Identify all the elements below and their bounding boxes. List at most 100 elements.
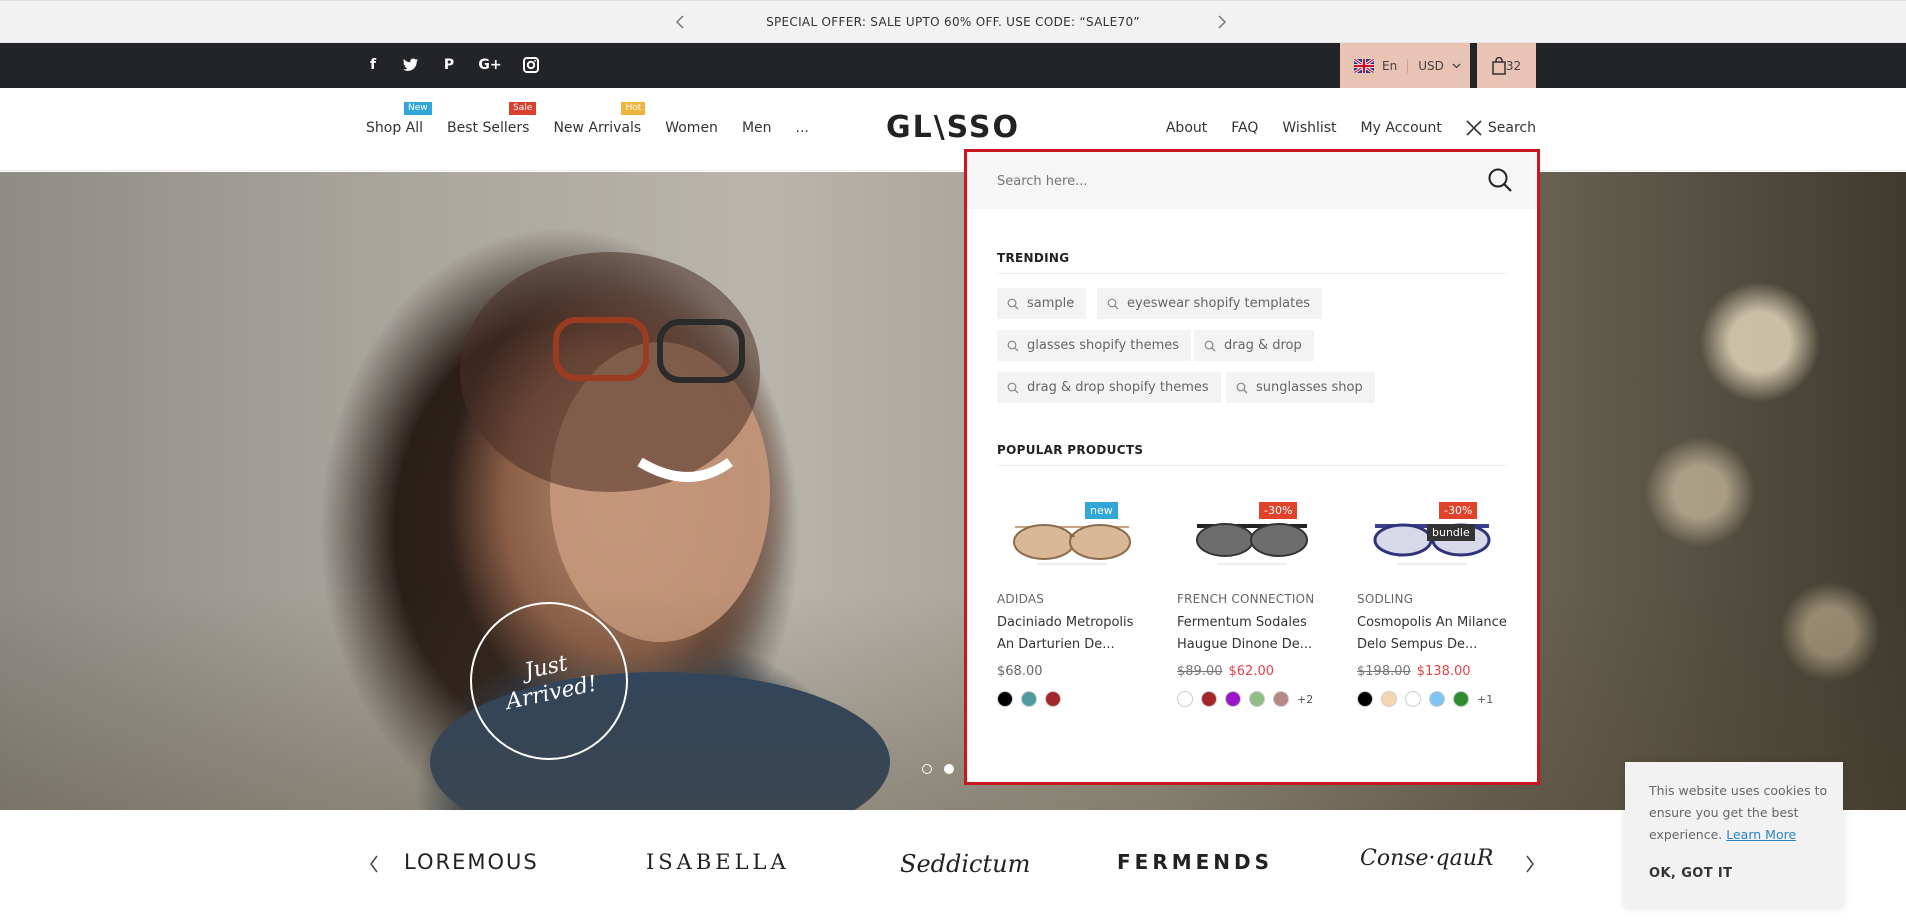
divider [997, 465, 1507, 466]
search-toggle[interactable]: Search [1466, 120, 1536, 136]
brand-logo[interactable]: Conse·qauR [1360, 846, 1493, 871]
product-vendor[interactable]: FRENCH CONNECTION [1177, 592, 1327, 606]
nav-about[interactable]: About [1166, 120, 1207, 136]
slider-dots [922, 764, 954, 774]
cookie-text-block: This website uses cookies to ensure you … [1649, 780, 1829, 846]
brand-logo[interactable]: ISABELLA [646, 850, 790, 874]
more-swatches[interactable]: +1 [1477, 693, 1493, 706]
brands-prev-icon[interactable] [364, 854, 384, 874]
product-label-discount: -30% [1259, 502, 1298, 519]
trending-chip[interactable]: eyeswear shopify templates [1097, 288, 1322, 319]
pinterest-icon[interactable]: P [440, 56, 458, 74]
brand-logo[interactable]: FERMENDS [1117, 850, 1273, 874]
announcement-next-icon[interactable] [1212, 12, 1232, 32]
chip-label: drag & drop [1224, 338, 1302, 353]
swatch-red[interactable] [1201, 691, 1217, 707]
product-name[interactable]: Fermentum Sodales Haugue Dinone De... [1177, 612, 1327, 656]
swatch-rose[interactable] [1273, 691, 1289, 707]
trending-chip[interactable]: sample [997, 288, 1087, 319]
currency-label[interactable]: USD [1418, 59, 1444, 73]
cart-button[interactable]: 32 [1477, 43, 1536, 88]
site-logo[interactable]: GL\SSO [0, 110, 1906, 145]
cookie-accept-button[interactable]: OK, GOT IT [1649, 866, 1732, 881]
swatch-beige[interactable] [1381, 691, 1397, 707]
sale-price: $62.00 [1228, 664, 1275, 679]
color-swatches [997, 691, 1147, 707]
product-image[interactable]: -30% bundle [1357, 492, 1507, 572]
social-links: f P G+ [364, 56, 540, 74]
trending-chip[interactable]: sunglasses shop [1226, 372, 1375, 403]
product-name[interactable]: Cosmopolis An Milance Delo Sempus De... [1357, 612, 1507, 656]
search-icon[interactable] [1487, 167, 1513, 197]
swatch-light-blue[interactable] [1429, 691, 1445, 707]
search-icon [1204, 340, 1216, 352]
chevron-down-icon [1452, 63, 1461, 69]
swatch-white[interactable] [1405, 691, 1421, 707]
swatch-purple[interactable] [1225, 691, 1241, 707]
trending-title: TRENDING [997, 251, 1070, 265]
search-icon [1007, 340, 1019, 352]
swatch-green[interactable] [1249, 691, 1265, 707]
close-icon [1466, 120, 1482, 136]
language-label[interactable]: En [1382, 59, 1397, 73]
product-price: $198.00 $138.00 [1357, 664, 1507, 679]
product-image[interactable]: new [997, 492, 1147, 572]
product-label-discount: -30% [1439, 502, 1478, 519]
brand-logo[interactable]: LOREMOUS [404, 850, 539, 874]
slider-dot-2[interactable] [944, 764, 954, 774]
search-icon [1107, 298, 1119, 310]
nav-my-account[interactable]: My Account [1361, 120, 1442, 136]
product-vendor[interactable]: ADIDAS [997, 592, 1147, 606]
nav-faq[interactable]: FAQ [1231, 120, 1258, 136]
price-value: $68.00 [997, 664, 1043, 679]
search-box [967, 152, 1537, 209]
trending-chip[interactable]: glasses shopify themes [997, 330, 1192, 361]
chip-label: glasses shopify themes [1027, 338, 1180, 353]
swatch-red[interactable] [1045, 691, 1061, 707]
announcement-bar: SPECIAL OFFER: SALE UPTO 60% OFF. USE CO… [0, 0, 1906, 43]
search-icon [1007, 298, 1019, 310]
google-plus-icon[interactable]: G+ [478, 56, 502, 74]
old-price: $198.00 [1357, 664, 1411, 679]
trending-chip[interactable]: drag & drop shopify themes [997, 372, 1221, 403]
product-price: $68.00 [997, 664, 1147, 679]
instagram-icon[interactable] [522, 56, 540, 74]
brands-next-icon[interactable] [1520, 854, 1540, 874]
secondary-nav: About FAQ Wishlist My Account Search [1166, 120, 1536, 136]
main-header: New Shop All Sale Best Sellers Hot New A… [0, 88, 1906, 171]
product-image[interactable]: -30% [1177, 492, 1327, 572]
product-card: -30% FRENCH CONNECTION Fermentum Sodales… [1177, 492, 1327, 707]
chip-label: eyeswear shopify templates [1127, 296, 1310, 311]
swatch-white[interactable] [1177, 691, 1193, 707]
swatch-teal[interactable] [1021, 691, 1037, 707]
swatch-green[interactable] [1453, 691, 1469, 707]
trending-chip[interactable]: drag & drop [1194, 330, 1314, 361]
search-input[interactable] [997, 168, 1437, 194]
color-swatches: +1 [1357, 691, 1507, 707]
product-label-new: new [1085, 502, 1118, 519]
hero-shade [0, 590, 1906, 810]
slider-dot-1[interactable] [922, 764, 932, 774]
swatch-black[interactable] [997, 691, 1013, 707]
language-currency-selector[interactable]: En USD [1340, 43, 1470, 88]
product-label-bundle: bundle [1427, 524, 1475, 541]
uk-flag-icon [1354, 58, 1374, 73]
facebook-icon[interactable]: f [364, 56, 382, 74]
popular-products-title: POPULAR PRODUCTS [997, 443, 1144, 457]
cookie-notice: This website uses cookies to ensure you … [1625, 762, 1843, 908]
nav-wishlist[interactable]: Wishlist [1282, 120, 1336, 136]
color-swatches: +2 [1177, 691, 1327, 707]
cart-count: 32 [1505, 58, 1522, 73]
more-swatches[interactable]: +2 [1297, 693, 1313, 706]
shopping-bag-icon [1492, 56, 1506, 75]
hero-banner[interactable]: Just Arrived! [0, 172, 1906, 810]
product-name[interactable]: Daciniado Metropolis An Darturien De... [997, 612, 1147, 656]
product-vendor[interactable]: SODLING [1357, 592, 1507, 606]
learn-more-link[interactable]: Learn More [1726, 827, 1796, 842]
twitter-icon[interactable] [402, 56, 420, 74]
product-price: $89.00 $62.00 [1177, 664, 1327, 679]
product-card: new ADIDAS Daciniado Metropolis An Dartu… [997, 492, 1147, 707]
swatch-black[interactable] [1357, 691, 1373, 707]
brand-logo[interactable]: Seddictum [900, 850, 1030, 878]
search-toggle-label: Search [1487, 120, 1536, 136]
